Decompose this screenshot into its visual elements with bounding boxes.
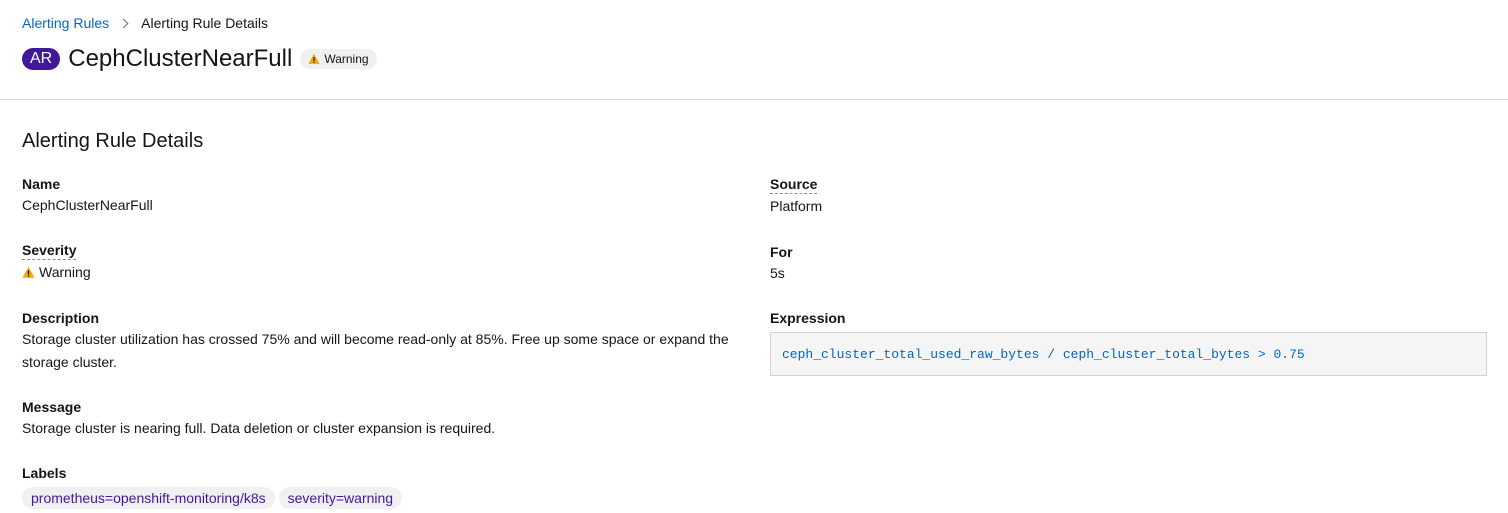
warning-triangle-icon (22, 266, 35, 278)
message-value: Storage cluster is nearing full. Data de… (22, 420, 496, 436)
description-label: Description (22, 310, 100, 326)
alerting-rule-details-page: Alerting Rules Alerting Rule Details AR … (0, 0, 1508, 513)
label-chip[interactable]: prometheus=openshift-monitoring/k8s (22, 487, 275, 509)
labels-list: prometheus=openshift-monitoring/k8s seve… (22, 487, 742, 509)
page-title: CephClusterNearFull (68, 45, 293, 72)
severity-badge-label: Warning (324, 52, 369, 66)
description-value: Storage cluster utilization has crossed … (22, 331, 729, 370)
name-field: Name CephClusterNearFull (22, 176, 742, 242)
for-label: For (770, 244, 793, 260)
details-right-column: Source Platform For 5s Expression ceph_c… (770, 176, 1487, 376)
expression-value: ceph_cluster_total_used_raw_bytes / ceph… (782, 346, 1305, 362)
description-field: Description Storage cluster utilization … (22, 310, 742, 399)
page-header: Alerting Rules Alerting Rule Details AR … (0, 0, 1508, 100)
severity-value: Warning (39, 264, 91, 280)
severity-field: Severity Warning (22, 242, 742, 310)
section-title: Alerting Rule Details (22, 130, 204, 152)
severity-label[interactable]: Severity (22, 242, 77, 260)
title-row: AR CephClusterNearFull Warning (22, 44, 377, 74)
details-left-column: Name CephClusterNearFull Severity Warnin… (22, 176, 742, 509)
expression-code-block: ceph_cluster_total_used_raw_bytes / ceph… (770, 332, 1487, 376)
breadcrumb-current: Alerting Rule Details (141, 15, 268, 31)
severity-value-row: Warning (22, 261, 742, 286)
warning-triangle-icon (308, 53, 320, 64)
labels-field: Labels prometheus=openshift-monitoring/k… (22, 465, 742, 509)
source-label[interactable]: Source (770, 176, 818, 194)
source-value: Platform (770, 198, 823, 214)
message-field: Message Storage cluster is nearing full.… (22, 399, 742, 465)
chevron-right-icon (118, 18, 129, 28)
label-chip[interactable]: severity=warning (278, 487, 403, 509)
source-field: Source Platform (770, 176, 1487, 244)
resource-type-badge: AR (22, 48, 61, 70)
severity-value-wrapper: Warning (22, 261, 91, 284)
breadcrumb-alerting-rules-link[interactable]: Alerting Rules (22, 15, 109, 31)
severity-badge: Warning (300, 49, 377, 69)
name-value: CephClusterNearFull (22, 197, 153, 213)
labels-label: Labels (22, 465, 67, 481)
expression-label: Expression (770, 310, 846, 326)
for-value: 5s (770, 265, 785, 281)
for-field: For 5s (770, 244, 1487, 310)
message-label: Message (22, 399, 82, 415)
expression-field: Expression ceph_cluster_total_used_raw_b… (770, 310, 1487, 376)
breadcrumb: Alerting Rules Alerting Rule Details (22, 15, 268, 31)
name-label: Name (22, 176, 61, 192)
